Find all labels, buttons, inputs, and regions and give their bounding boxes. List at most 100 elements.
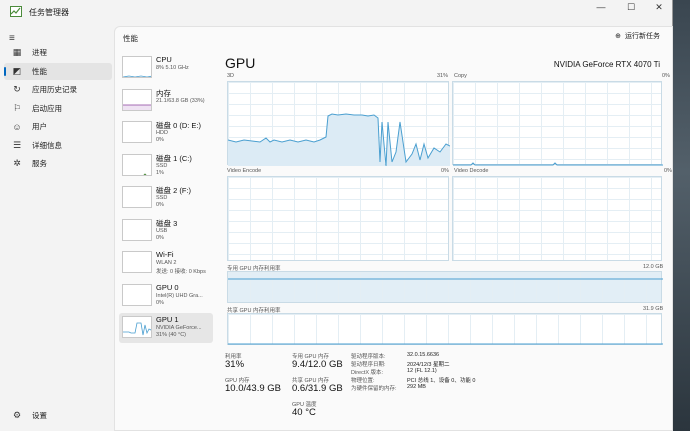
detail-key: 驱动程序日期:	[351, 362, 386, 368]
device-subtitle: Intel(R) UHD Gra...	[156, 292, 203, 299]
engine-value-video-decode: 0%	[664, 168, 672, 174]
detail-key: 驱动程序版本:	[351, 354, 386, 360]
device-thumbnail-graph	[122, 153, 152, 176]
graph-shared-memory-line	[228, 343, 663, 345]
device-thumbnail-graph	[122, 251, 152, 273]
device-subtitle: SSD	[156, 195, 168, 201]
device-value: 0%	[156, 202, 164, 208]
device-card-1[interactable]: 内存 21.1/63.8 GB (33%)	[119, 86, 213, 116]
nav-item-1[interactable]: ◩ 性能	[4, 62, 112, 80]
graph-copy-line	[453, 162, 663, 166]
nav-item-3[interactable]: ⚐ 启动应用	[4, 100, 112, 117]
graph-copy	[452, 81, 663, 166]
detail-value: 32.0.15.6636	[407, 352, 440, 358]
nav-item-label: 设置	[32, 411, 47, 420]
device-subtitle: WLAN 2	[156, 260, 177, 266]
maximize-button[interactable]: ☐	[618, 0, 644, 14]
nav-item-2[interactable]: ↻ 应用历史记录	[4, 81, 112, 98]
detail-value: 2024/12/3 星期二	[407, 362, 450, 368]
device-card-7[interactable]: GPU 0 Intel(R) UHD Gra... 0%	[119, 281, 213, 311]
device-thumbnail-graph	[122, 218, 152, 241]
device-card-0[interactable]: CPU 8% 5.10 GHz	[119, 53, 213, 83]
nav-item-label: 启动应用	[32, 103, 62, 113]
engine-value-copy: 0%	[662, 73, 670, 79]
detail-key: DirectX 版本:	[351, 370, 384, 376]
nav-item-5[interactable]: ☰ 详细信息	[4, 137, 112, 154]
device-title: CPU	[156, 55, 172, 64]
nav-item-label: 详细信息	[32, 140, 62, 150]
close-button[interactable]: ✕	[646, 0, 672, 14]
graph-3d-line	[227, 113, 451, 180]
device-card-3[interactable]: 磁盘 1 (C:) SSD 1%	[119, 151, 213, 181]
run-new-task-label: 运行新任务	[625, 33, 660, 40]
device-title: GPU 1	[156, 315, 179, 324]
nav-icon: ◩	[12, 65, 22, 76]
device-value: 0%	[156, 299, 164, 306]
run-new-task-button[interactable]: ⊕ 运行新任务	[615, 31, 660, 41]
device-subtitle: SSD	[156, 162, 168, 169]
graph-shared-memory	[227, 313, 663, 345]
menu-icon[interactable]: ≡	[9, 33, 15, 44]
dedicated-memory-max: 12.0 GB	[643, 264, 664, 270]
device-subtitle: HDD	[156, 130, 168, 136]
new-task-icon: ⊕	[615, 33, 621, 40]
nav-icon: ☰	[12, 139, 22, 150]
device-thumbnail-graph	[122, 56, 152, 78]
device-subtitle: 8% 5.10 GHz	[156, 65, 189, 71]
device-card-2[interactable]: 磁盘 0 (D: E:) HDD 0%	[119, 118, 213, 148]
desktop-background	[673, 0, 690, 431]
graph-video-decode	[452, 176, 662, 261]
gpu-heading: GPU	[225, 55, 256, 71]
nav-sidebar: ≡ ▦ 进程 ◩ 性能 ↻ 应用历史记录 ⚐ 启动应用 ☺ 用户 ☰ 详细信息 ✲ 服务 ⚙ 设置	[0, 24, 113, 431]
device-value: 0%	[156, 137, 164, 143]
detail-value: 12 (FL 12.1)	[407, 368, 437, 374]
device-thumbnail-graph	[122, 186, 152, 208]
graph-dedicated-memory	[227, 271, 663, 303]
task-manager-window: 任务管理器 — ☐ ✕ ≡ ▦ 进程 ◩ 性能 ↻ 应用历史记录 ⚐ 启动应用 ☺ 用户 ☰ 详细信息…	[0, 0, 673, 431]
gpu-memory-value: 10.0/43.9 GB	[225, 383, 281, 394]
nav-item-label: 性能	[32, 66, 47, 76]
window-title: 任务管理器	[29, 8, 69, 17]
nav-item-6[interactable]: ✲ 服务	[4, 155, 112, 172]
engine-label-copy: Copy	[454, 73, 467, 79]
nav-icon: ⚐	[12, 102, 22, 113]
device-value: 0%	[156, 234, 164, 241]
device-card-6[interactable]: Wi-Fi WLAN 2 发送: 0 接收: 0 Kbps	[119, 248, 213, 278]
performance-panel: 性能 ⊕ 运行新任务 CPU 8% 5.10 GHz 内存 21.1/63.8 GB …	[114, 26, 673, 431]
nav-icon: ▦	[12, 47, 22, 57]
detail-key: 物理位置:	[351, 378, 375, 384]
minimize-button[interactable]: —	[588, 0, 614, 14]
device-value: 31% (40 °C)	[156, 332, 187, 338]
shared-memory-max: 31.9 GB	[643, 306, 664, 312]
device-thumbnail-graph	[122, 283, 152, 306]
device-value: 发送: 0 接收: 0 Kbps	[156, 269, 206, 275]
engine-label-video-decode: Video Decode	[454, 168, 489, 174]
device-card-4[interactable]: 磁盘 2 (F:) SSD 0%	[119, 183, 213, 213]
engine-label-3d: 3D	[227, 73, 235, 79]
nav-item-label: 服务	[32, 159, 47, 168]
detail-value: 292 MB	[407, 384, 426, 390]
detail-key: 为硬件保留的内存:	[351, 386, 397, 392]
utilization-value: 31%	[225, 359, 245, 370]
engine-label-video-encode: Video Encode	[227, 168, 262, 174]
engine-value-video-encode: 0%	[441, 168, 449, 174]
device-thumbnail-graph	[122, 316, 152, 338]
nav-item-settings[interactable]: ⚙ 设置	[4, 407, 112, 424]
graph-video-encode	[227, 176, 449, 261]
nav-item-0[interactable]: ▦ 进程	[4, 44, 112, 61]
gpu-temperature-value: 40 °C	[292, 407, 316, 418]
shared-gpu-memory-value: 0.6/31.9 GB	[292, 383, 343, 394]
device-thumbnail-graph	[122, 88, 152, 111]
detail-value: PCI 总线 1、设备 0、功能 0	[407, 378, 476, 384]
device-value: 1%	[156, 169, 164, 176]
title-bar[interactable]: 任务管理器 — ☐ ✕	[0, 0, 673, 24]
gear-icon: ⚙	[12, 410, 22, 420]
nav-item-label: 用户	[32, 122, 47, 131]
device-card-8[interactable]: GPU 1 NVIDIA GeForce... 31% (40 °C)	[119, 313, 213, 343]
task-manager-icon	[10, 6, 22, 17]
page-title: 性能	[123, 34, 138, 43]
nav-item-4[interactable]: ☺ 用户	[4, 118, 112, 135]
dedicated-gpu-memory-value: 9.4/12.0 GB	[292, 359, 343, 370]
nav-item-label: 应用历史记录	[32, 85, 77, 94]
device-card-5[interactable]: 磁盘 3 USB 0%	[119, 216, 213, 246]
